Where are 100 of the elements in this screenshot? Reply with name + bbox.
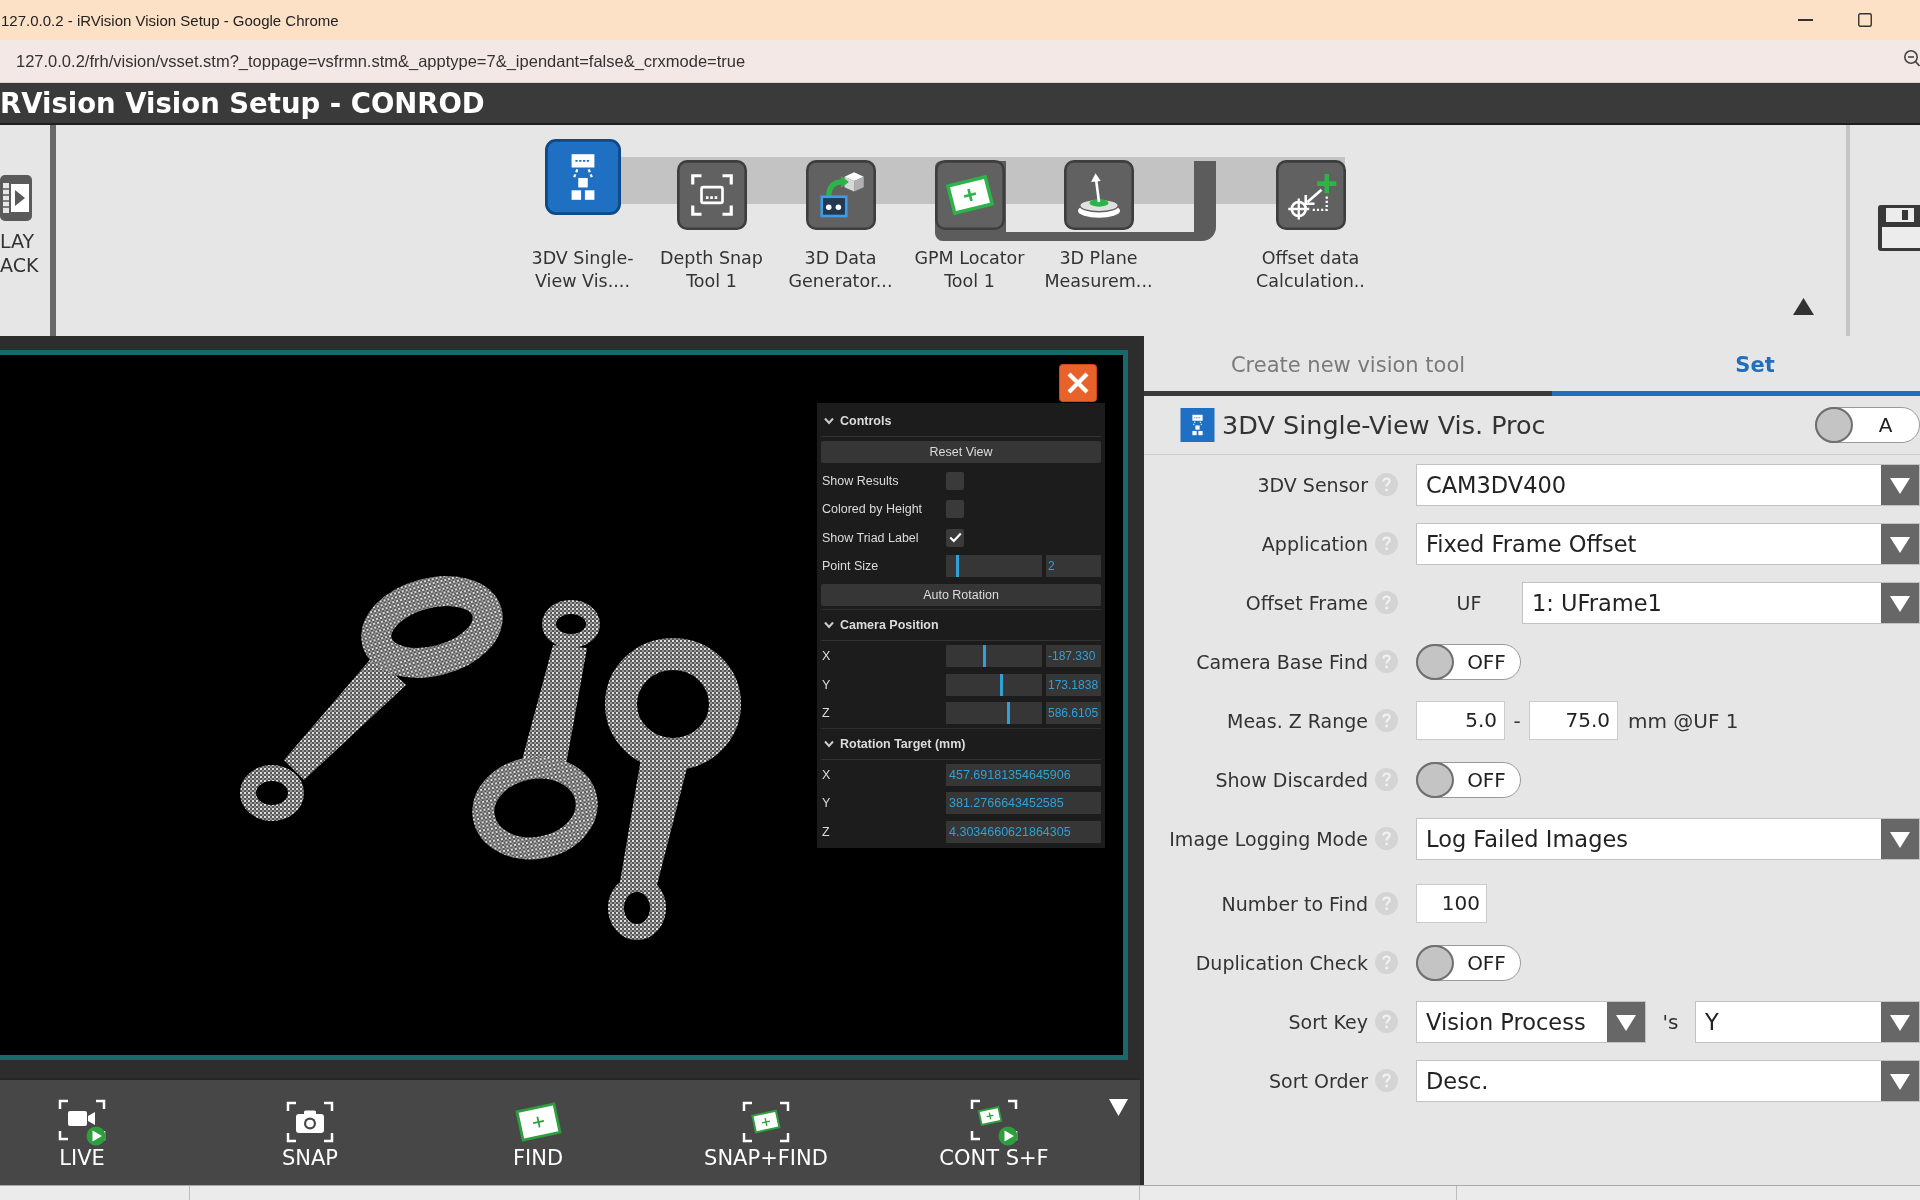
close-icon[interactable] [1059, 364, 1097, 402]
field-label: Show Discarded [1215, 768, 1368, 791]
toolbar-button[interactable]: FIND [456, 1098, 620, 1170]
save-icon[interactable] [1878, 205, 1920, 251]
toolbar-button[interactable]: CONT S+F [912, 1098, 1076, 1170]
range-separator: - [1512, 708, 1522, 733]
dropdown[interactable]: 1: UFrame1 [1522, 581, 1920, 624]
3d-viewport[interactable] [0, 355, 1123, 1055]
tool-button[interactable]: 3D Plane Measurem... [1034, 139, 1163, 293]
input-field[interactable]: 75.0 [1529, 701, 1618, 740]
dropdown[interactable]: Log Failed Images [1416, 817, 1920, 860]
dropdown[interactable]: Fixed Frame Offset [1416, 522, 1920, 565]
caret-down-icon [1881, 582, 1919, 623]
panel-title: 3DV Single-View Vis. Proc [1222, 410, 1546, 440]
field-label: Z [821, 824, 831, 839]
toggle-switch[interactable]: OFF [1416, 944, 1521, 981]
caret-down-icon [1881, 523, 1919, 564]
slider-label: Z [821, 706, 831, 721]
slider-track[interactable] [946, 702, 1042, 725]
joiner-text: 's [1661, 1009, 1680, 1034]
slider-label: Point Size [821, 559, 880, 574]
hierarchy-icon [544, 139, 621, 215]
checkbox-label: Show Results [821, 473, 900, 488]
camera-icon [285, 1100, 335, 1144]
number-field[interactable]: 586.6105 [1046, 702, 1101, 725]
video-camera-play-icon [57, 1098, 107, 1146]
number-field[interactable]: -187.330 [1046, 645, 1101, 668]
chevron-down-icon[interactable] [824, 739, 834, 748]
number-field[interactable]: 173.1838 [1046, 673, 1101, 696]
tool-button[interactable]: Offset data Calculation.. [1246, 139, 1375, 293]
slider-thumb[interactable] [1000, 673, 1004, 696]
text-field[interactable]: 457.69181354645906 [946, 763, 1101, 786]
toggle-switch[interactable]: OFF [1416, 643, 1521, 680]
field-label: Sort Key [1288, 1010, 1368, 1033]
section-title[interactable]: Camera Position [840, 618, 939, 632]
section-title[interactable]: Rotation Target (mm) [840, 736, 966, 751]
dropdown[interactable]: Vision Process [1416, 1000, 1646, 1043]
field-label: Y [821, 796, 832, 811]
text-field[interactable]: 4.3034660621864305 [946, 820, 1101, 843]
toolbar-button[interactable]: LIVE [0, 1098, 164, 1170]
framed-plus-card-icon [741, 1100, 791, 1144]
caret-down-icon [1881, 464, 1919, 505]
field-prefix: UF [1455, 591, 1483, 614]
section-title[interactable]: Controls [840, 413, 892, 428]
checkbox-label: Show Triad Label [821, 530, 920, 545]
input-field[interactable]: 5.0 [1416, 701, 1505, 740]
slider-label: X [821, 649, 832, 664]
slider-track[interactable] [946, 555, 1042, 578]
hierarchy-icon [1180, 408, 1215, 442]
triangle-up-icon[interactable] [1793, 298, 1814, 315]
window-title: 127.0.0.2 - iRVision Vision Setup - Google Chrome [0, 11, 340, 29]
toggle-switch[interactable]: OFF [1416, 761, 1521, 798]
field-label: X [821, 767, 832, 782]
field-label: Image Logging Mode [1169, 827, 1368, 850]
tool-button[interactable]: 3D Data Generator... [776, 139, 905, 293]
field-label: Offset Frame [1245, 591, 1368, 614]
tool-button[interactable]: Depth Snap Tool 1 [647, 139, 776, 293]
dropdown[interactable]: CAM3DV400 [1416, 463, 1920, 506]
field-label: Camera Base Find [1196, 650, 1368, 673]
playback-button[interactable]: LAY ACK [0, 125, 50, 336]
chevron-down-icon[interactable] [824, 621, 834, 629]
toolbar-button[interactable]: SNAP [228, 1098, 392, 1170]
text-field[interactable]: 381.2766643452585 [946, 792, 1101, 815]
field-label: Meas. Z Range [1227, 709, 1368, 732]
panel-button[interactable]: Reset View [821, 441, 1101, 464]
minimize-icon[interactable] [1797, 19, 1813, 21]
slider-track[interactable] [946, 673, 1042, 696]
caret-down-icon [1607, 1001, 1645, 1042]
caret-down-icon [1881, 1060, 1919, 1101]
magnifier-minus-icon[interactable] [1903, 49, 1920, 67]
checkbox[interactable] [946, 528, 964, 547]
field-label: 3DV Sensor [1257, 473, 1368, 496]
slider-track[interactable] [946, 645, 1042, 668]
checkbox[interactable] [946, 500, 964, 519]
checkmark-icon [948, 532, 962, 544]
frame-brackets-icon [676, 160, 747, 230]
toggle-switch[interactable]: A [1815, 407, 1920, 443]
toolbar-button[interactable]: SNAP+FIND [684, 1098, 848, 1170]
panel-button[interactable]: Auto Rotation [821, 583, 1101, 606]
triangle-down-icon[interactable] [1109, 1099, 1128, 1116]
slider-thumb[interactable] [1006, 702, 1010, 725]
maximize-icon[interactable] [1858, 13, 1872, 27]
slider-thumb[interactable] [982, 645, 986, 668]
caret-down-icon [1881, 818, 1919, 859]
number-field[interactable]: 2 [1046, 555, 1101, 578]
chevron-down-icon[interactable] [824, 416, 834, 425]
field-label: Sort Order [1269, 1069, 1368, 1092]
input-field[interactable]: 100 [1416, 884, 1487, 923]
checkbox[interactable] [946, 471, 964, 490]
field-label: Application [1261, 532, 1368, 555]
slider-thumb[interactable] [956, 555, 959, 578]
tool-button[interactable]: GPM Locator Tool 1 [905, 139, 1034, 293]
address-field[interactable]: 127.0.0.2/frh/vision/vsset.stm?_toppage=vsfrmn.stm&_apptype=7&_ipendant=false&_crxmode=true [0, 40, 1920, 83]
field-label: Duplication Check [1195, 951, 1368, 974]
unit-label: mm @UF 1 [1628, 708, 1739, 733]
dropdown[interactable]: Desc. [1416, 1059, 1920, 1102]
dropdown[interactable]: Y [1695, 1000, 1920, 1043]
tool-button[interactable]: 3DV Single-View Vis.... [518, 139, 647, 293]
tab[interactable]: Set [1552, 336, 1920, 396]
slider-label: Y [821, 677, 832, 692]
